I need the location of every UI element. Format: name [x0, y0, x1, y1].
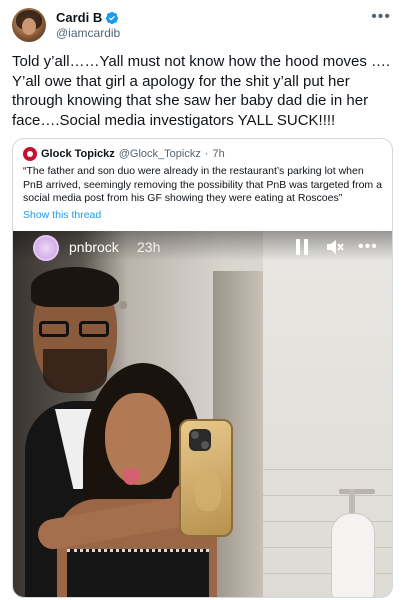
tile-line [263, 469, 392, 470]
story-avatar[interactable] [33, 235, 59, 261]
man-hair [31, 267, 119, 307]
woman-dress [67, 549, 209, 597]
avatar-face [22, 18, 36, 35]
story-screenshot-image[interactable]: pnbrock 23h ••• [13, 231, 392, 597]
ceiling-light [119, 301, 127, 309]
story-timestamp: 23h [137, 239, 161, 255]
author-name-row: Cardi B [56, 10, 119, 25]
quoted-tweet-text: “The father and son duo were already in … [23, 165, 382, 204]
quoted-separator: · [204, 148, 209, 160]
author-display-name[interactable]: Cardi B [56, 10, 102, 25]
urinal-pipe [339, 489, 375, 494]
phone [179, 419, 233, 537]
quoted-author-avatar[interactable] [23, 147, 37, 161]
tile-line [263, 521, 392, 522]
quoted-author-handle[interactable]: @Glock_Topickz [119, 148, 201, 160]
story-username[interactable]: pnbrock [69, 239, 119, 255]
phone-camera [189, 429, 211, 451]
urinal-pipe [349, 489, 355, 515]
man-beard [43, 349, 107, 393]
phone-case-bear [195, 473, 221, 511]
pause-icon[interactable] [295, 239, 309, 255]
tweet-text: Told y’all……Yall must not know how the h… [12, 53, 391, 129]
quoted-timestamp[interactable]: 7h [213, 148, 225, 160]
show-thread-link[interactable]: Show this thread [23, 209, 101, 221]
author-handle[interactable]: @iamcardib [56, 26, 120, 40]
tile-line [263, 495, 392, 496]
author-avatar[interactable] [12, 8, 46, 42]
more-horizontal-icon[interactable]: ••• [371, 8, 391, 26]
urinal [331, 513, 375, 597]
mute-icon[interactable] [325, 238, 345, 256]
more-horizontal-icon[interactable]: ••• [358, 239, 378, 255]
glasses [39, 321, 113, 337]
verified-badge-icon [106, 11, 119, 24]
tweet-header: Cardi B @iamcardib ••• [12, 8, 393, 42]
woman-tongue [123, 469, 139, 485]
quoted-tweet-card[interactable]: Glock Topickz @Glock_Topickz · 7h “The f… [12, 138, 393, 598]
quoted-author-name[interactable]: Glock Topickz [41, 148, 115, 160]
quoted-tweet-header: Glock Topickz @Glock_Topickz · 7h [23, 147, 225, 161]
